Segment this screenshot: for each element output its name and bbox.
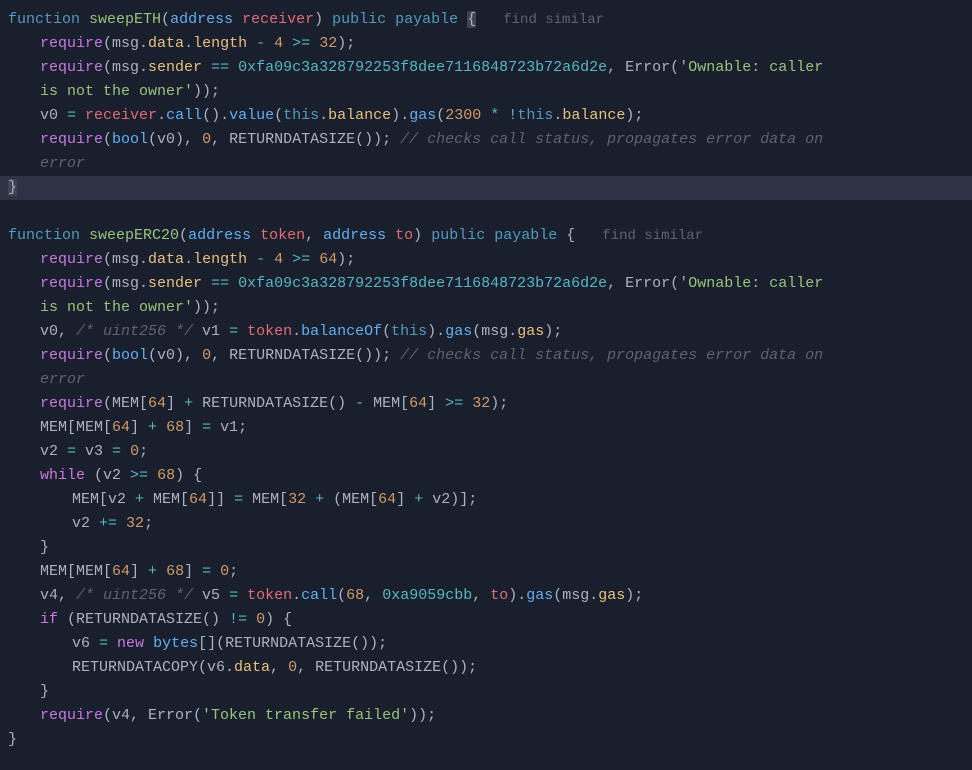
comment: // checks call status, propagates error …	[400, 131, 823, 148]
keyword-function: function	[8, 11, 80, 28]
find-similar-link[interactable]: find similar	[602, 228, 703, 244]
find-similar-link[interactable]: find similar	[503, 12, 604, 28]
code-line: MEM[MEM[64] + 68] = 0;	[0, 560, 972, 584]
code-line: v0 = receiver.call().value(this.balance)…	[0, 104, 972, 128]
closing-brace: }	[0, 728, 972, 752]
code-line: require(v4, Error('Token transfer failed…	[0, 704, 972, 728]
func1-signature: function sweepETH(address receiver) publ…	[0, 8, 972, 32]
code-line: MEM[v2 + MEM[64]] = MEM[32 + (MEM[64] + …	[0, 488, 972, 512]
code-line: require(msg.data.length - 4 >= 32);	[0, 32, 972, 56]
code-line: require(msg.data.length - 4 >= 64);	[0, 248, 972, 272]
blank-line	[0, 200, 972, 224]
code-line: require(msg.sender == 0xfa09c3a328792253…	[0, 56, 972, 80]
code-line: }	[0, 536, 972, 560]
closing-brace-highlighted: }	[0, 176, 972, 200]
func2-name: sweepERC20	[89, 227, 179, 244]
param-type: address	[170, 11, 233, 28]
visibility: public	[332, 11, 386, 28]
code-line: v4, /* uint256 */ v5 = token.call(68, 0x…	[0, 584, 972, 608]
code-line: MEM[MEM[64] + 68] = v1;	[0, 416, 972, 440]
code-line: is not the owner'));	[0, 296, 972, 320]
code-line: is not the owner'));	[0, 80, 972, 104]
code-line: }	[0, 680, 972, 704]
code-line: RETURNDATACOPY(v6.data, 0, RETURNDATASIZ…	[0, 656, 972, 680]
code-line: require(bool(v0), 0, RETURNDATASIZE()); …	[0, 344, 972, 368]
mutability: payable	[395, 11, 458, 28]
code-line: v2 = v3 = 0;	[0, 440, 972, 464]
param-name: receiver	[242, 11, 314, 28]
code-line: require(bool(v0), 0, RETURNDATASIZE()); …	[0, 128, 972, 152]
code-line: v2 += 32;	[0, 512, 972, 536]
code-line: while (v2 >= 68) {	[0, 464, 972, 488]
code-line: v6 = new bytes[](RETURNDATASIZE());	[0, 632, 972, 656]
code-line: if (RETURNDATASIZE() != 0) {	[0, 608, 972, 632]
code-line: require(MEM[64] + RETURNDATASIZE() - MEM…	[0, 392, 972, 416]
code-editor: function sweepETH(address receiver) publ…	[0, 8, 972, 752]
func2-signature: function sweepERC20(address token, addre…	[0, 224, 972, 248]
code-line: v0, /* uint256 */ v1 = token.balanceOf(t…	[0, 320, 972, 344]
code-line: require(msg.sender == 0xfa09c3a328792253…	[0, 272, 972, 296]
func1-name: sweepETH	[89, 11, 161, 28]
owner-address: 0xfa09c3a328792253f8dee7116848723b72a6d2…	[238, 59, 607, 76]
code-line: error	[0, 368, 972, 392]
code-line: error	[0, 152, 972, 176]
